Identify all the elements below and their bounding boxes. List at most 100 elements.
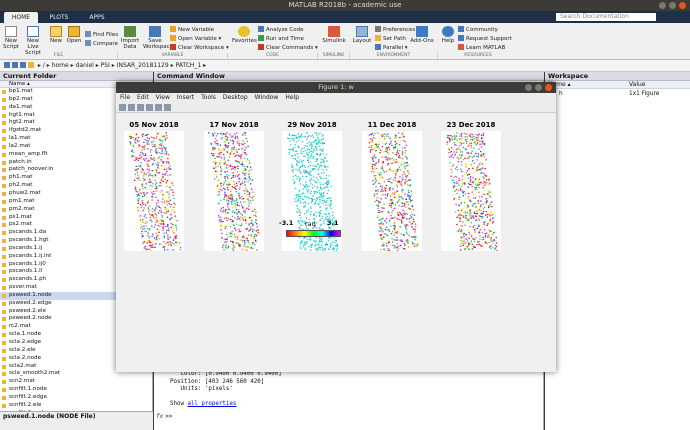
subplot-title: 17 Nov 2018	[209, 121, 259, 129]
workspace-var-name[interactable]: h	[559, 90, 563, 98]
back-icon[interactable]	[4, 62, 10, 68]
new-variable-button[interactable]: New Variable	[170, 26, 214, 34]
tab-apps[interactable]: APPS	[80, 12, 114, 23]
new-script-button[interactable]: New Script	[2, 26, 20, 50]
figure-window-controls	[525, 84, 552, 91]
simulink-button[interactable]: Simulink	[322, 26, 346, 44]
command-prompt[interactable]: fx >>	[156, 413, 172, 420]
new-figure-icon[interactable]	[119, 104, 126, 111]
title-bar: MATLAB R2018b - academic use	[0, 0, 690, 11]
import-data-icon	[124, 26, 136, 37]
save-workspace-icon	[149, 26, 161, 37]
file-item[interactable]: scn2.mat	[0, 378, 152, 386]
file-item[interactable]: scnfilt.2.edge	[0, 394, 152, 402]
workspace-column-header: Name ▴ Value	[545, 81, 690, 89]
figure-canvas[interactable]: 05 Nov 2018 17 Nov 2018 29 Nov 2018 11 D…	[116, 113, 556, 372]
current-folder-header: Current Folder	[0, 72, 153, 81]
clear-commands-icon	[258, 44, 264, 50]
subplot-title: 29 Nov 2018	[287, 121, 337, 129]
colorbar-max-label: 3.1	[327, 219, 339, 227]
forward-icon[interactable]	[12, 62, 18, 68]
menu-file[interactable]: File	[120, 93, 130, 103]
folder-icon	[68, 26, 80, 37]
compare-icon	[85, 40, 91, 46]
layout-icon	[356, 26, 368, 37]
open-button[interactable]: Open	[66, 26, 82, 44]
section-environment: ENVIRONMENT	[350, 53, 438, 59]
tab-plots[interactable]: PLOTS	[42, 12, 76, 23]
minimize-icon[interactable]	[659, 2, 666, 9]
workspace-header: Workspace	[545, 72, 690, 81]
close-icon[interactable]	[679, 2, 686, 9]
search-documentation-input[interactable]: Search Documentation	[556, 13, 656, 21]
simulink-icon	[328, 26, 340, 37]
analyze-code-button[interactable]: Analyze Code	[258, 26, 304, 34]
new-variable-icon	[170, 26, 176, 32]
save-figure-icon[interactable]	[137, 104, 144, 111]
open-file-icon[interactable]	[128, 104, 135, 111]
layout-button[interactable]: Layout	[352, 26, 372, 44]
import-data-button[interactable]: Import Data	[120, 26, 140, 50]
insert-colorbar-icon[interactable]	[164, 104, 171, 111]
clear-workspace-button[interactable]: Clear Workspace ▾	[170, 44, 229, 52]
set-path-icon	[375, 35, 381, 41]
menu-desktop[interactable]: Desktop	[223, 93, 248, 103]
figure-title-bar: Figure 1: w	[116, 82, 556, 93]
print-icon[interactable]	[146, 104, 153, 111]
show-properties-line: Show all properties	[170, 401, 237, 407]
window-controls	[659, 2, 686, 9]
workspace-var-value[interactable]: 1x1 Figure	[629, 90, 659, 98]
request-support-icon	[458, 35, 464, 41]
address-bar[interactable]: ▸ / ▸ home ▸ daniel ▸ PSI ▸ INSAR_201811…	[0, 60, 690, 72]
gear-icon	[375, 26, 381, 32]
interferogram-image	[441, 131, 501, 252]
menu-insert[interactable]: Insert	[177, 93, 194, 103]
star-icon	[238, 26, 250, 37]
request-support-button[interactable]: Request Support	[458, 35, 512, 43]
file-item[interactable]: scnfilt.1.node	[0, 386, 152, 394]
find-files-icon	[85, 31, 91, 37]
figure-window[interactable]: Figure 1: w File Edit View Insert Tools …	[116, 82, 556, 372]
find-files-button[interactable]: Find Files	[85, 31, 118, 39]
new-button[interactable]: New	[48, 26, 64, 44]
figure-close-icon[interactable]	[545, 84, 552, 91]
browse-folder-icon[interactable]	[28, 62, 34, 68]
toolstrip: New Script New Live Script New Open Find…	[0, 23, 690, 60]
menu-view[interactable]: View	[156, 93, 170, 103]
menu-window[interactable]: Window	[255, 93, 279, 103]
favorites-button[interactable]: Favorites	[232, 26, 257, 44]
subplot-title: 05 Nov 2018	[129, 121, 179, 129]
help-button[interactable]: Help	[440, 26, 456, 44]
all-properties-link[interactable]: all properties	[187, 401, 236, 407]
fx-icon: fx	[156, 413, 164, 420]
new-live-script-button[interactable]: New Live Script	[22, 26, 44, 56]
add-ons-button[interactable]: Add-Ons	[410, 26, 434, 44]
parallel-button[interactable]: Parallel ▾	[375, 44, 408, 52]
figure-toolbar	[116, 103, 556, 113]
output-line-position: Position: [403 246 560 420]	[170, 378, 265, 385]
up-folder-icon[interactable]	[20, 62, 26, 68]
figure-maximize-icon[interactable]	[535, 84, 542, 91]
learn-matlab-button[interactable]: Learn MATLAB	[458, 44, 505, 52]
save-workspace-button[interactable]: Save Workspace	[143, 26, 173, 50]
parallel-icon	[375, 44, 381, 50]
edit-plot-icon[interactable]	[155, 104, 162, 111]
menu-tools[interactable]: Tools	[201, 93, 216, 103]
compare-button[interactable]: Compare	[85, 40, 118, 48]
figure-minimize-icon[interactable]	[525, 84, 532, 91]
community-button[interactable]: Community	[458, 26, 498, 34]
run-and-time-button[interactable]: Run and Time	[258, 35, 304, 43]
menu-help[interactable]: Help	[285, 93, 299, 103]
tab-home[interactable]: HOME	[4, 12, 38, 23]
folder-path[interactable]: ▸ / ▸ home ▸ daniel ▸ PSI ▸ INSAR_201811…	[38, 62, 206, 69]
interferogram-image	[124, 131, 184, 252]
analyze-code-icon	[258, 26, 264, 32]
file-item[interactable]: scnfilt.2.ele	[0, 402, 152, 410]
menu-edit[interactable]: Edit	[137, 93, 149, 103]
set-path-button[interactable]: Set Path	[375, 35, 406, 43]
open-variable-button[interactable]: Open Variable ▾	[170, 35, 221, 43]
workspace-value-header[interactable]: Value	[629, 81, 645, 89]
maximize-icon[interactable]	[669, 2, 676, 9]
colorbar[interactable]	[286, 230, 341, 237]
clear-commands-button[interactable]: Clear Commands ▾	[258, 44, 318, 52]
